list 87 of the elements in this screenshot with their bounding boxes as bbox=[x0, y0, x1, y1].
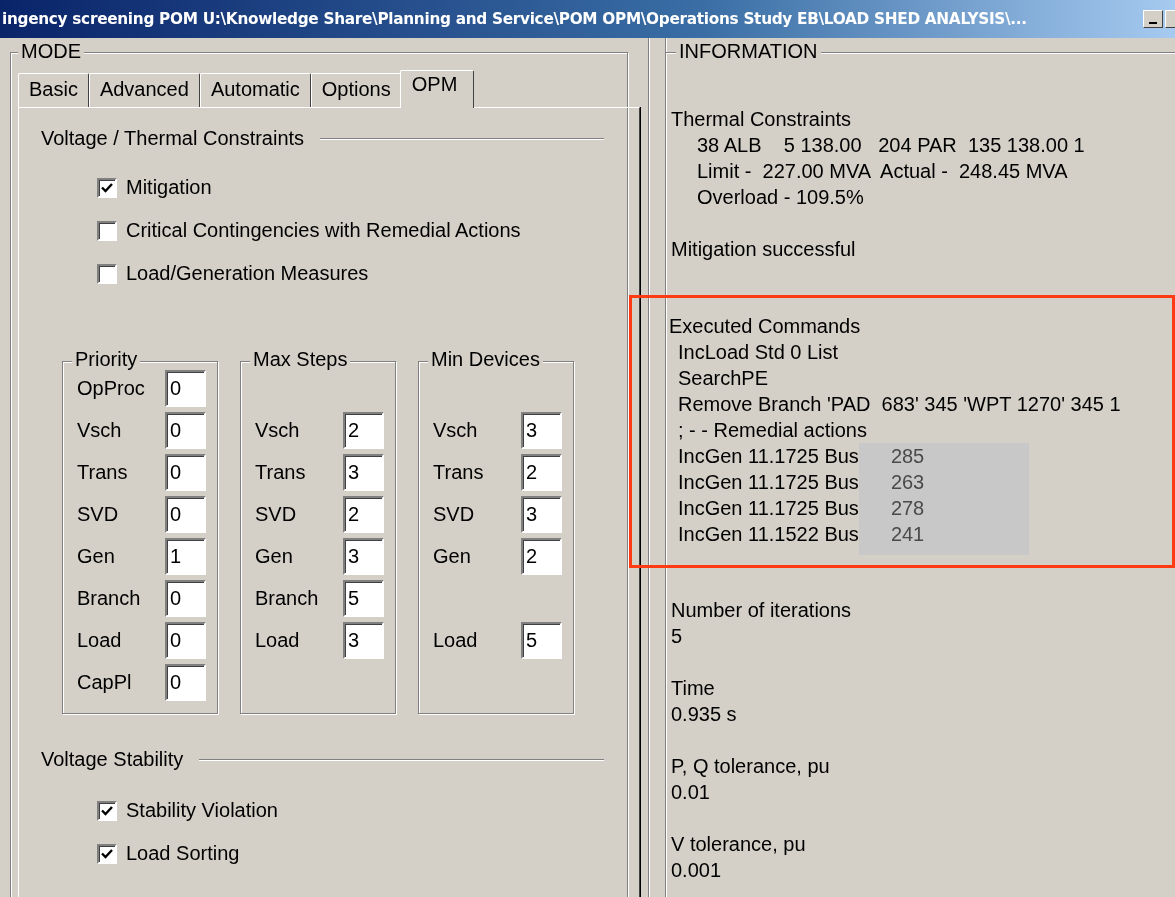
number-field[interactable]: 2 bbox=[521, 453, 562, 491]
number-field[interactable]: 3 bbox=[343, 621, 384, 659]
info-line: Limit - 227.00 MVA Actual - 248.45 MVA bbox=[696, 159, 1068, 184]
checkbox-label: Stability Violation bbox=[126, 799, 278, 822]
field-label: Gen bbox=[77, 544, 115, 568]
field-label: Vsch bbox=[433, 418, 478, 442]
field-label: Gen bbox=[433, 544, 471, 568]
section-title: Voltage / Thermal Constraints bbox=[41, 127, 305, 150]
bus-number: 241 bbox=[890, 522, 926, 547]
tab[interactable]: Options bbox=[310, 73, 402, 107]
info-line: Overload - 109.5% bbox=[696, 185, 864, 210]
field-label: SVD bbox=[77, 502, 119, 526]
field-label: Vsch bbox=[255, 418, 300, 442]
checkbox[interactable] bbox=[97, 843, 117, 864]
checkbox-label: Critical Contingencies with Remedial Actions bbox=[126, 219, 521, 242]
info-value: 0.001 bbox=[671, 858, 722, 883]
command-line: IncGen 11.1725 Bus bbox=[678, 496, 859, 521]
command-line: IncGen 11.1725 Bus bbox=[678, 470, 859, 495]
bus-number: 285 bbox=[890, 444, 926, 469]
info-value: 0.935 s bbox=[671, 702, 737, 727]
number-field[interactable]: 3 bbox=[343, 453, 384, 491]
info-heading: Time bbox=[671, 676, 715, 701]
number-field[interactable]: 2 bbox=[343, 495, 384, 533]
field-label: Vsch bbox=[77, 418, 122, 442]
checkbox[interactable] bbox=[97, 800, 117, 821]
section-title: Voltage Stability bbox=[41, 748, 184, 771]
checkbox[interactable] bbox=[97, 263, 117, 284]
number-field[interactable]: 0 bbox=[165, 495, 206, 533]
number-field[interactable]: 0 bbox=[165, 369, 206, 407]
number-field[interactable]: 0 bbox=[165, 411, 206, 449]
command-line: IncGen 11.1522 Bus bbox=[678, 522, 859, 547]
checkbox-label: Load Sorting bbox=[126, 842, 240, 865]
field-label: Branch bbox=[255, 586, 319, 610]
info-line: 38 ALB 5 138.00 204 PAR 135 138.00 1 bbox=[696, 133, 1085, 158]
number-field[interactable]: 3 bbox=[521, 411, 562, 449]
number-field[interactable]: 5 bbox=[343, 579, 384, 617]
checkbox[interactable] bbox=[97, 220, 117, 241]
number-field[interactable]: 2 bbox=[343, 411, 384, 449]
field-label: SVD bbox=[433, 502, 475, 526]
minimize-button[interactable] bbox=[1143, 10, 1163, 28]
window-title: ingency screening POM U:\Knowledge Share\Planning and Service\POM OPM\Operations Study EB\LOAD SHED ANALYSIS\... bbox=[2, 10, 1028, 28]
info-heading: Thermal Constraints bbox=[671, 107, 852, 132]
info-heading: P, Q tolerance, pu bbox=[671, 754, 830, 779]
info-heading: Number of iterations bbox=[671, 598, 852, 623]
field-label: CapPl bbox=[77, 670, 132, 694]
field-label: Load bbox=[433, 628, 478, 652]
number-field[interactable]: 0 bbox=[165, 579, 206, 617]
number-field[interactable]: 2 bbox=[521, 537, 562, 575]
number-field[interactable]: 3 bbox=[521, 495, 562, 533]
number-field[interactable]: 1 bbox=[165, 537, 206, 575]
group-title: Priority bbox=[72, 348, 141, 371]
field-label: Trans bbox=[255, 460, 306, 484]
field-label: Trans bbox=[433, 460, 484, 484]
number-field[interactable]: 3 bbox=[343, 537, 384, 575]
info-value: 0.01 bbox=[671, 780, 710, 805]
field-label: OpProc bbox=[77, 376, 145, 400]
splitter[interactable] bbox=[648, 38, 666, 897]
field-label: Gen bbox=[255, 544, 293, 568]
info-heading: Executed Commands bbox=[669, 314, 861, 339]
command-line: SearchPE bbox=[678, 366, 769, 391]
checkbox-label: Load/Generation Measures bbox=[126, 262, 369, 285]
number-field[interactable]: 0 bbox=[165, 621, 206, 659]
number-field[interactable]: 0 bbox=[165, 663, 206, 701]
minimize-icon bbox=[1149, 22, 1157, 24]
number-field[interactable]: 5 bbox=[521, 621, 562, 659]
maximize-button[interactable] bbox=[1165, 10, 1175, 28]
tab[interactable]: Advanced bbox=[88, 73, 200, 107]
command-line: ; - - Remedial actions bbox=[678, 418, 867, 443]
number-field[interactable]: 0 bbox=[165, 453, 206, 491]
bus-number: 263 bbox=[890, 470, 926, 495]
bus-number: 278 bbox=[890, 496, 926, 521]
field-label: Load bbox=[77, 628, 122, 652]
info-heading: Mitigation successful bbox=[671, 237, 856, 262]
command-line: IncGen 11.1725 Bus bbox=[678, 444, 859, 469]
tab[interactable]: Automatic bbox=[199, 73, 311, 107]
field-label: Load bbox=[255, 628, 300, 652]
field-label: SVD bbox=[255, 502, 297, 526]
command-line: IncLoad Std 0 List bbox=[678, 340, 839, 365]
info-value: 5 bbox=[671, 624, 683, 649]
field-label: Branch bbox=[77, 586, 141, 610]
tab[interactable]: Basic bbox=[18, 73, 89, 107]
checkbox[interactable] bbox=[97, 177, 117, 198]
tab[interactable]: OPM bbox=[399, 70, 475, 108]
checkbox-label: Mitigation bbox=[126, 176, 212, 199]
info-heading: V tolerance, pu bbox=[671, 832, 806, 857]
field-label: Trans bbox=[77, 460, 128, 484]
command-line: Remove Branch 'PAD 683' 345 'WPT 1270' 345 1 bbox=[678, 392, 1121, 417]
